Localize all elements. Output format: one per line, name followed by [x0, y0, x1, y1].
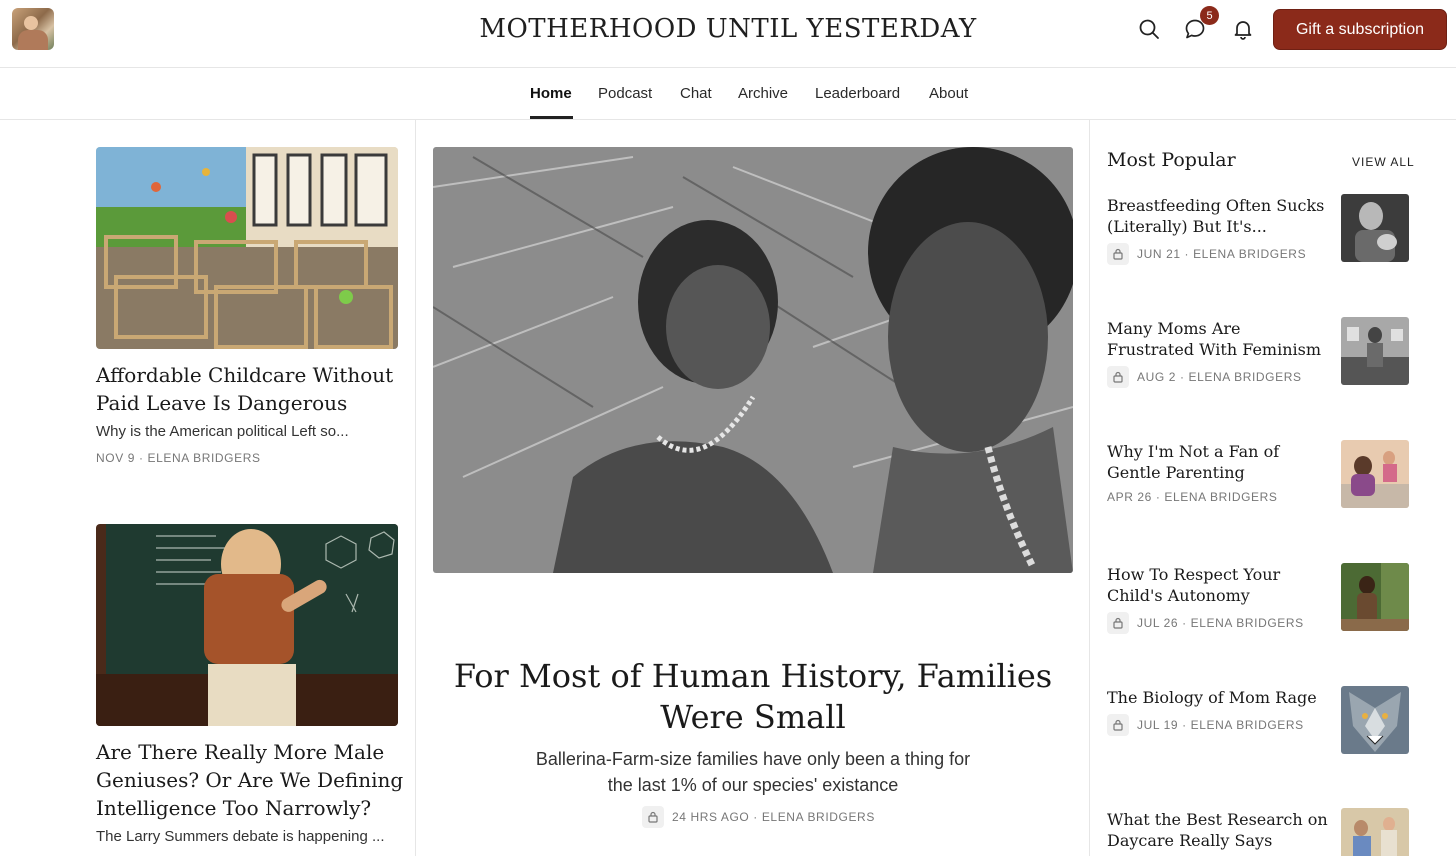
tab-chat[interactable]: Chat [680, 85, 712, 102]
popular-post-meta: APR 26 · ELENA BRIDGERS [1107, 490, 1278, 504]
popular-post-meta-row: APR 26 · ELENA BRIDGERS [1107, 490, 1278, 504]
column-divider-right [1089, 120, 1090, 856]
post-subtitle: The Larry Summers debate is happening ..… [96, 828, 385, 845]
post-thumbnail-geniuses[interactable] [96, 524, 398, 726]
popular-post-meta: JUL 19 · ELENA BRIDGERS [1137, 718, 1304, 732]
popular-post-meta-row: JUN 21 · ELENA BRIDGERS [1107, 243, 1306, 265]
popular-post-thumbnail[interactable] [1341, 563, 1409, 631]
popular-post-thumbnail[interactable] [1341, 440, 1409, 508]
featured-post-title[interactable]: For Most of Human History, Families Were… [433, 656, 1073, 738]
post-thumbnail-childcare[interactable] [96, 147, 398, 349]
popular-post-meta: JUL 26 · ELENA BRIDGERS [1137, 616, 1304, 630]
post-title[interactable]: Are There Really More Male Geniuses? Or … [96, 738, 406, 822]
lock-icon [642, 806, 664, 828]
popular-post-title[interactable]: How To Respect Your Child's Autonomy [1107, 564, 1329, 606]
most-popular-heading: Most Popular [1107, 149, 1236, 171]
search-icon[interactable] [1134, 14, 1164, 44]
popular-post-title[interactable]: Why I'm Not a Fan of Gentle Parenting [1107, 441, 1329, 483]
featured-post-subtitle: Ballerina-Farm-size families have only b… [535, 749, 971, 795]
post-subtitle: Why is the American political Left so... [96, 423, 349, 440]
top-header: MOTHERHOOD UNTIL YESTERDAY 5 Gift a subs… [0, 0, 1456, 68]
popular-post-title[interactable]: What the Best Research on Daycare Really… [1107, 809, 1329, 851]
popular-post-meta: AUG 2 · ELENA BRIDGERS [1137, 370, 1302, 384]
lock-icon [1107, 243, 1129, 265]
popular-post-meta-row: AUG 2 · ELENA BRIDGERS [1107, 366, 1302, 388]
popular-post-meta-row: JUL 26 · ELENA BRIDGERS [1107, 612, 1304, 634]
lock-icon [1107, 366, 1129, 388]
tab-archive[interactable]: Archive [738, 85, 788, 102]
popular-post-meta-row: JUL 19 · ELENA BRIDGERS [1107, 714, 1304, 736]
view-all-link[interactable]: VIEW ALL [1352, 155, 1415, 169]
popular-post-thumbnail[interactable] [1341, 686, 1409, 754]
tab-leaderboard[interactable]: Leaderboard [815, 85, 900, 102]
tab-home[interactable]: Home [530, 85, 572, 102]
active-tab-indicator [530, 116, 573, 119]
popular-post-title[interactable]: Breastfeeding Often Sucks (Literally) Bu… [1107, 195, 1329, 237]
post-title[interactable]: Affordable Childcare Without Paid Leave … [96, 361, 406, 417]
popular-post-title[interactable]: The Biology of Mom Rage [1107, 687, 1329, 708]
popular-post-thumbnail[interactable] [1341, 194, 1409, 262]
featured-post-meta: 24 HRS AGO · ELENA BRIDGERS [672, 810, 875, 824]
popular-post-meta: JUN 21 · ELENA BRIDGERS [1137, 247, 1307, 261]
post-meta: NOV 9 · ELENA BRIDGERS [96, 451, 261, 465]
column-divider-left [415, 120, 416, 856]
lock-icon [1107, 612, 1129, 634]
gift-subscription-button[interactable]: Gift a subscription [1273, 9, 1447, 50]
lock-icon [1107, 714, 1129, 736]
popular-post-title[interactable]: Many Moms Are Frustrated With Feminism [1107, 318, 1329, 360]
popular-post-thumbnail[interactable] [1341, 808, 1409, 856]
main-nav: Home Podcast Chat Archive Leaderboard Ab… [0, 69, 1456, 120]
popular-post-thumbnail[interactable] [1341, 317, 1409, 385]
bell-icon[interactable] [1228, 14, 1258, 44]
featured-post-meta-row: 24 HRS AGO · ELENA BRIDGERS [642, 806, 875, 828]
featured-post-image[interactable] [433, 147, 1073, 573]
tab-about[interactable]: About [929, 85, 968, 102]
notification-count-badge: 5 [1200, 6, 1219, 25]
tab-podcast[interactable]: Podcast [598, 85, 652, 102]
